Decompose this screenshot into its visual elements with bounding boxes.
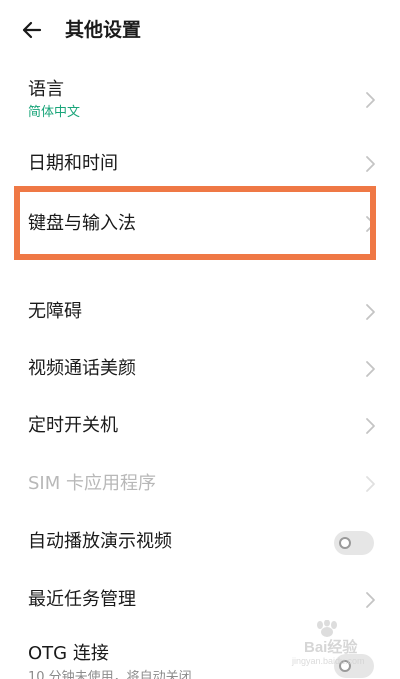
settings-item-date-time[interactable]: 日期和时间 xyxy=(0,140,400,190)
settings-item-recent-tasks[interactable]: 最近任务管理 xyxy=(0,576,400,626)
settings-item-label: 自动播放演示视频 xyxy=(28,531,172,552)
toggle-knob xyxy=(339,537,351,549)
settings-item-label: 定时开关机 xyxy=(28,415,118,436)
settings-item-value: 简体中文 xyxy=(28,105,81,120)
settings-page: 其他设置 语言 简体中文 日期和时间 键盘与输入法 无障碍 视频通话美颜 定时开… xyxy=(0,0,400,679)
chevron-right-icon xyxy=(366,476,375,492)
settings-item-language[interactable]: 语言 简体中文 xyxy=(0,68,400,132)
chevron-right-icon xyxy=(366,418,375,434)
settings-item-accessibility[interactable]: 无障碍 xyxy=(0,288,400,338)
settings-item-label: SIM 卡应用程序 xyxy=(28,473,156,494)
settings-item-label: OTG 连接 xyxy=(28,643,109,664)
chevron-right-icon xyxy=(366,156,375,172)
settings-item-video-call-beauty[interactable]: 视频通话美颜 xyxy=(0,345,400,395)
settings-item-label: 最近任务管理 xyxy=(28,589,136,610)
chevron-right-icon xyxy=(366,361,375,377)
settings-item-scheduled-power[interactable]: 定时开关机 xyxy=(0,402,400,452)
watermark-text: Bai经验 xyxy=(304,639,358,656)
settings-item-label: 视频通话美颜 xyxy=(28,358,136,379)
settings-item-autoplay-demo: 自动播放演示视频 xyxy=(0,518,400,568)
settings-item-label: 语言 xyxy=(28,79,64,100)
settings-item-label: 键盘与输入法 xyxy=(28,213,136,234)
settings-item-description: 10 分钟未使用，将自动关闭 xyxy=(28,670,192,679)
page-title: 其他设置 xyxy=(65,19,142,41)
baidu-jingyan-watermark: Bai经验 jingyan.baidu.com xyxy=(282,620,392,672)
settings-item-keyboard-input[interactable]: 键盘与输入法 xyxy=(0,196,400,252)
chevron-right-icon xyxy=(366,216,375,232)
arrow-left-icon xyxy=(22,21,42,39)
header: 其他设置 xyxy=(0,0,400,60)
chevron-right-icon xyxy=(366,592,375,608)
back-button[interactable] xyxy=(18,16,46,44)
settings-item-label: 日期和时间 xyxy=(28,153,118,174)
chevron-right-icon xyxy=(366,92,375,108)
autoplay-demo-toggle[interactable] xyxy=(334,531,374,555)
watermark-url: jingyan.baidu.com xyxy=(292,656,365,666)
chevron-right-icon xyxy=(366,304,375,320)
settings-item-label: 无障碍 xyxy=(28,301,82,322)
settings-item-sim-apps: SIM 卡应用程序 xyxy=(0,460,400,510)
